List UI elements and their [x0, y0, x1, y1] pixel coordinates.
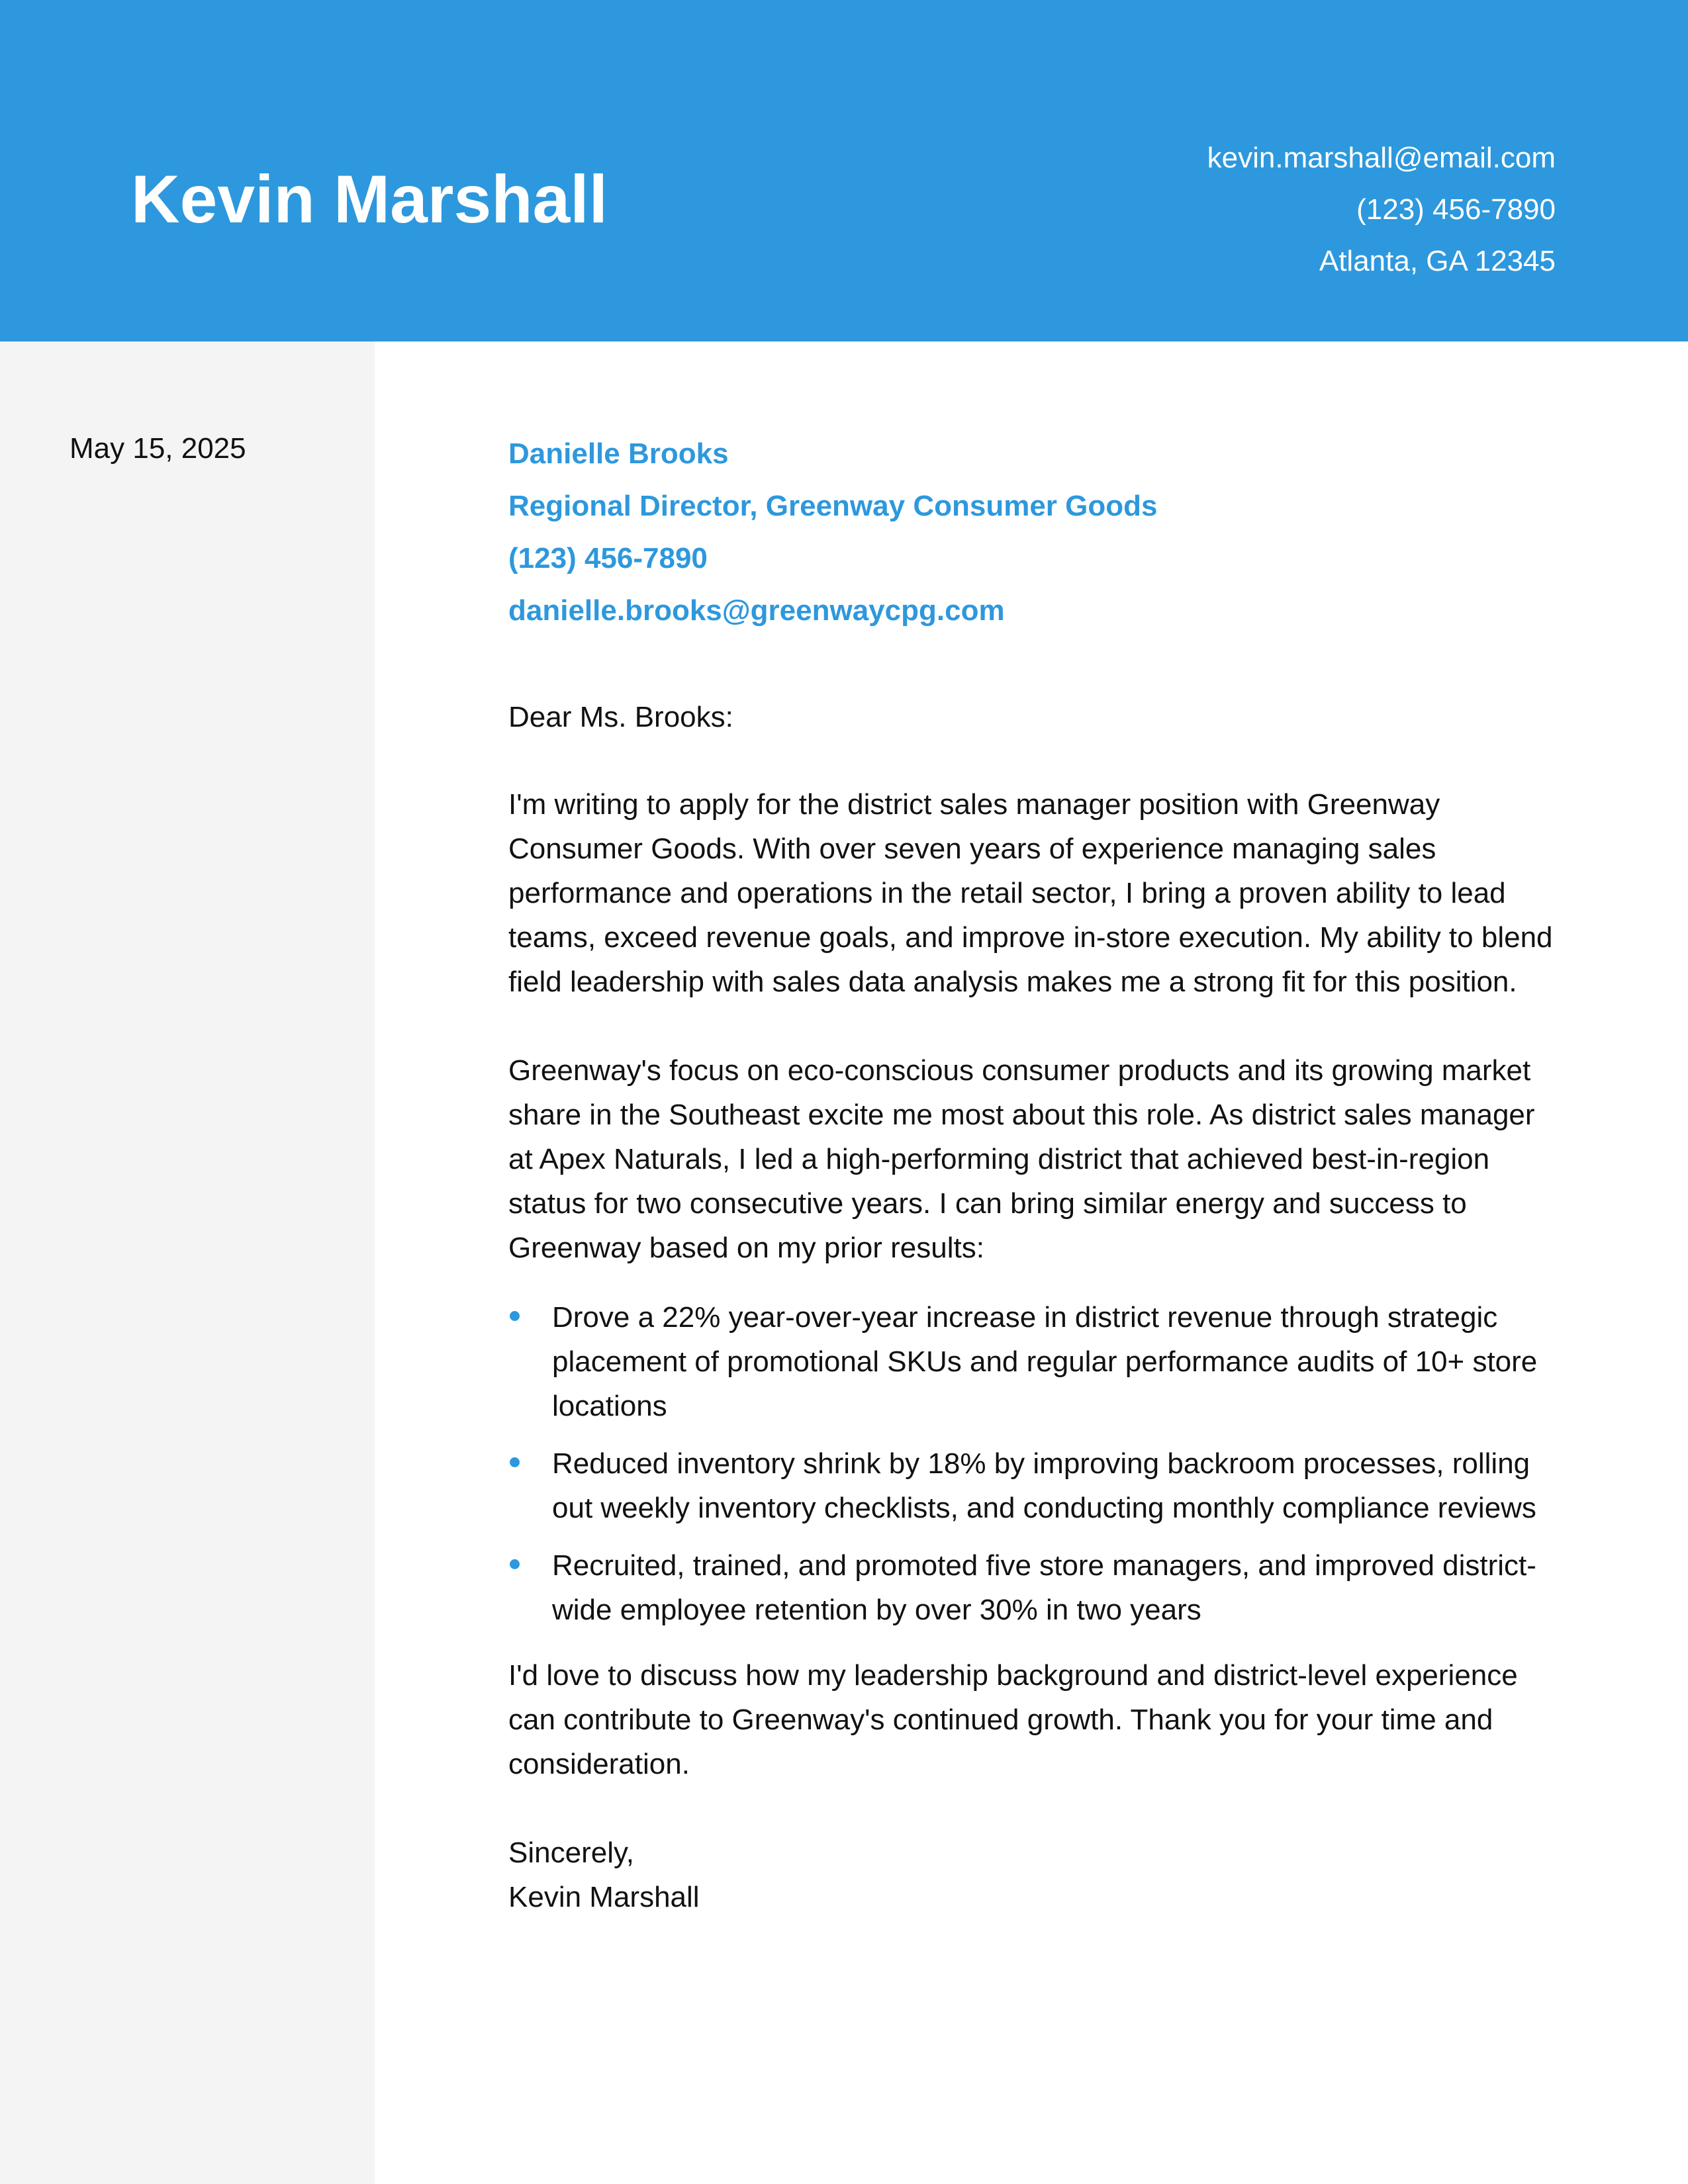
bullet-dot-icon — [510, 1559, 520, 1569]
list-item-text: Recruited, trained, and promoted five st… — [552, 1549, 1536, 1626]
header-banner: Kevin Marshall kevin.marshall@email.com … — [0, 0, 1688, 341]
list-item: Recruited, trained, and promoted five st… — [508, 1543, 1561, 1632]
results-list: Drove a 22% year-over-year increase in d… — [508, 1295, 1561, 1632]
applicant-name: Kevin Marshall — [131, 161, 608, 237]
recipient-name: Danielle Brooks — [508, 437, 729, 470]
recipient-phone: (123) 456-7890 — [508, 542, 708, 574]
applicant-location: Atlanta, GA 12345 — [1319, 245, 1556, 277]
list-item-text: Drove a 22% year-over-year increase in d… — [552, 1301, 1538, 1422]
recipient-title: Regional Director, Greenway Consumer Goo… — [508, 490, 1158, 522]
closing-salutation: Sincerely, — [508, 1837, 634, 1869]
letter-greeting: Dear Ms. Brooks: — [508, 701, 733, 733]
list-item: Reduced inventory shrink by 18% by impro… — [508, 1441, 1561, 1530]
recipient-email: danielle.brooks@greenwaycpg.com — [508, 594, 1005, 627]
letter-closing: Sincerely, Kevin Marshall — [508, 1831, 1561, 1919]
letter-date: May 15, 2025 — [70, 432, 246, 465]
left-sidebar — [0, 341, 375, 2184]
letter-paragraph-3: I'd love to discuss how my leadership ba… — [508, 1659, 1518, 1780]
letter-paragraph-2: Greenway's focus on eco-conscious consum… — [508, 1054, 1535, 1264]
applicant-contact: kevin.marshall@email.com (123) 456-7890 … — [1207, 132, 1556, 287]
list-item-text: Reduced inventory shrink by 18% by impro… — [552, 1447, 1536, 1524]
letter-paragraph-1: I'm writing to apply for the district sa… — [508, 788, 1553, 998]
recipient-block: Danielle Brooks Regional Director, Green… — [508, 428, 1157, 637]
applicant-phone: (123) 456-7890 — [1356, 193, 1556, 226]
applicant-email: kevin.marshall@email.com — [1207, 142, 1556, 174]
signature-name: Kevin Marshall — [508, 1881, 700, 1913]
list-item: Drove a 22% year-over-year increase in d… — [508, 1295, 1561, 1428]
bullet-dot-icon — [510, 1311, 520, 1321]
letter-body: Dear Ms. Brooks: I'm writing to apply fo… — [508, 695, 1561, 1919]
bullet-dot-icon — [510, 1457, 520, 1467]
